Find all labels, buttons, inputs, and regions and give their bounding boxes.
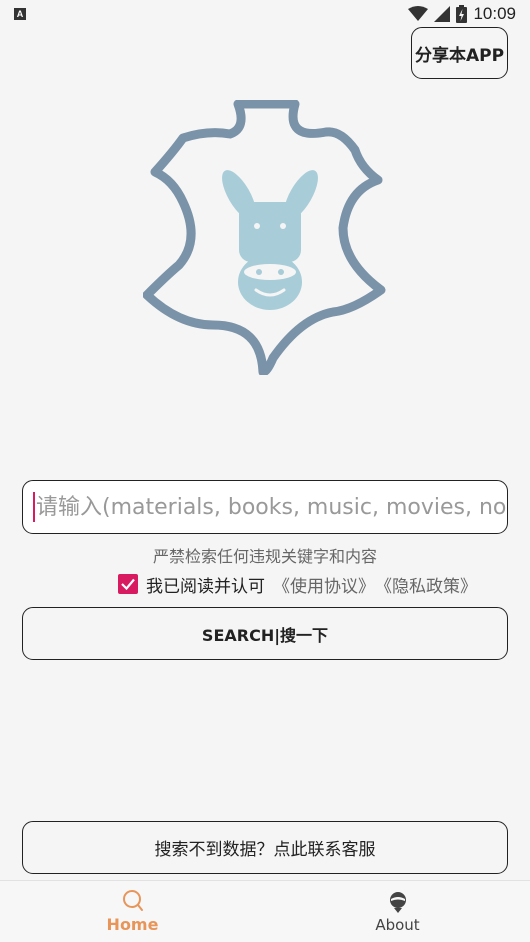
nav-item-about[interactable]: About (265, 881, 530, 942)
agreement-row: 我已阅读并认可 《使用协议》 《隐私政策》 (118, 572, 477, 597)
privacy-policy-link[interactable]: 《隐私政策》 (375, 572, 477, 597)
bottom-nav: Home About (0, 880, 530, 942)
contact-support-button[interactable]: 搜索不到数据？点此联系客服 (22, 821, 508, 874)
cellular-signal-icon (434, 6, 451, 22)
status-right: 10:09 (408, 4, 516, 24)
terms-of-use-link[interactable]: 《使用协议》 (273, 572, 375, 597)
nav-label-home: Home (106, 915, 159, 934)
search-input[interactable] (36, 487, 506, 527)
nav-item-home[interactable]: Home (0, 881, 265, 942)
notification-a-icon: A (14, 8, 26, 20)
wifi-icon (408, 6, 429, 21)
search-warning-text: 严禁检索任何违规关键字和内容 (152, 547, 377, 566)
clock-time: 10:09 (473, 4, 516, 23)
status-left: A (14, 8, 26, 20)
agree-checkbox[interactable] (118, 574, 138, 594)
agree-label: 我已阅读并认可 (146, 576, 265, 597)
about-icon (389, 891, 406, 913)
nav-label-about: About (375, 915, 420, 934)
battery-icon (456, 5, 468, 23)
donkey-leather-logo-icon (143, 100, 386, 375)
donkey-head (222, 170, 318, 310)
check-icon (121, 578, 135, 591)
text-cursor (33, 492, 35, 522)
status-bar: A 10:09 (0, 0, 530, 28)
search-field[interactable] (22, 480, 508, 534)
share-app-button[interactable]: 分享本APP (411, 27, 508, 79)
search-button[interactable]: SEARCH|搜一下 (22, 607, 508, 660)
search-icon (122, 890, 143, 911)
